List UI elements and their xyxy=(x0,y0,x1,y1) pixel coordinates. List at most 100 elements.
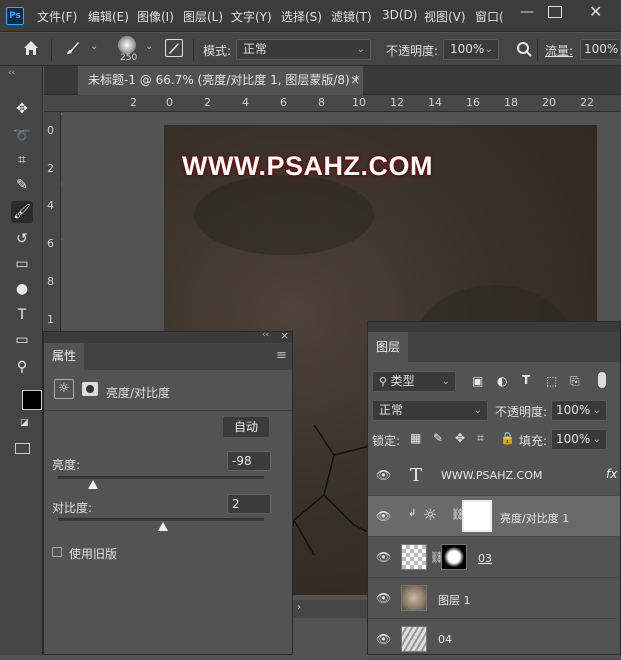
ruler-label: 2 xyxy=(130,96,137,109)
brush-tool-icon[interactable] xyxy=(64,39,82,60)
brush-preview-icon[interactable] xyxy=(118,36,136,54)
layer-thumbnail[interactable] xyxy=(401,544,427,570)
contrast-slider-track[interactable] xyxy=(58,518,264,521)
auto-button[interactable]: 自动 xyxy=(222,416,270,438)
layer-name[interactable]: 图层 1 xyxy=(438,592,471,608)
horizontal-ruler: 2 0 2 4 6 8 10 12 14 16 18 20 22 xyxy=(44,95,621,112)
document-tab[interactable]: 未标题-1 @ 66.7% (亮度/对比度 1, 图层蒙版/8) * × xyxy=(78,66,363,95)
filter-toggle-icon[interactable] xyxy=(598,372,606,388)
minimize-button[interactable]: — xyxy=(520,4,534,20)
mask-icon[interactable] xyxy=(82,382,98,396)
legacy-checkbox[interactable] xyxy=(52,547,62,557)
close-window-button[interactable]: ✕ xyxy=(589,2,602,21)
chevron-down-icon: ⌄ xyxy=(592,405,601,416)
close-tab-icon[interactable]: × xyxy=(350,66,360,95)
chevron-right-icon[interactable]: › xyxy=(297,602,301,613)
filter-shape-icon[interactable]: ⬚ xyxy=(546,374,557,388)
panel-menu-icon[interactable]: ≡ xyxy=(276,348,287,363)
layer-name[interactable]: 04 xyxy=(438,633,452,646)
mode-value: 正常 xyxy=(243,42,268,56)
layer-mask-thumbnail[interactable] xyxy=(462,500,492,532)
crop-tool-icon[interactable]: ⌗ xyxy=(11,149,33,171)
brightness-slider-track[interactable] xyxy=(58,476,264,479)
filter-type-icon[interactable]: T xyxy=(522,373,530,387)
home-icon[interactable] xyxy=(22,39,40,60)
opacity-input[interactable]: 100% ⌄ xyxy=(443,39,499,60)
menu-edit[interactable]: 编辑(E) xyxy=(88,8,129,25)
menu-image[interactable]: 图像(I) xyxy=(137,8,174,25)
fill-label: 填充: xyxy=(519,434,548,448)
default-colors-icon[interactable]: ◪ xyxy=(20,418,29,428)
menu-layer[interactable]: 图层(L) xyxy=(183,8,223,25)
dodge-tool-icon[interactable]: ● xyxy=(11,278,33,300)
layer-opacity-input[interactable]: 100% ⌄ xyxy=(551,400,607,421)
contrast-slider-thumb[interactable] xyxy=(158,522,169,531)
brush-settings-icon[interactable] xyxy=(165,39,183,57)
close-panel-icon[interactable]: × xyxy=(280,329,289,342)
mode-select[interactable]: 正常 ⌄ xyxy=(236,39,371,60)
layer-name[interactable]: WWW.PSAHZ.COM xyxy=(441,469,542,482)
brush-tool-icon[interactable]: 🖌 xyxy=(11,201,33,223)
maximize-button[interactable] xyxy=(548,6,562,18)
visibility-eye-icon[interactable]: 👁 xyxy=(376,509,391,523)
layer-name[interactable]: 03 xyxy=(478,552,492,565)
chevron-down-icon: ⌄ xyxy=(473,405,482,416)
collapse-icon[interactable]: ‹‹ xyxy=(8,68,15,78)
menu-select[interactable]: 选择(S) xyxy=(281,8,322,25)
move-tool-icon[interactable]: ✥ xyxy=(11,98,33,120)
text-layer-icon: T xyxy=(410,465,423,486)
layer-name[interactable]: 亮度/对比度 1 xyxy=(500,510,569,526)
chevron-down-icon[interactable]: ⌄ xyxy=(90,41,98,52)
type-tool-icon[interactable]: T xyxy=(11,304,33,326)
lasso-tool-icon[interactable]: ➰ xyxy=(11,125,33,147)
brightness-input[interactable]: -98 xyxy=(227,451,271,471)
menu-type[interactable]: 文字(Y) xyxy=(231,8,272,25)
layer-thumbnail[interactable] xyxy=(401,585,427,611)
tab-properties[interactable]: 属性 xyxy=(44,343,84,370)
visibility-eye-icon[interactable]: 👁 xyxy=(376,468,391,482)
blend-mode-select[interactable]: 正常 ⌄ xyxy=(372,400,488,421)
eyedropper-tool-icon[interactable]: ✎ xyxy=(11,174,33,196)
history-brush-icon[interactable]: ↺ xyxy=(11,228,33,250)
layer-effects-icon[interactable]: fx xyxy=(606,467,617,481)
menu-window[interactable]: 窗口( xyxy=(475,8,504,25)
rectangle-tool-icon[interactable]: ▭ xyxy=(11,329,33,351)
tab-layers[interactable]: 图层 xyxy=(368,332,408,362)
layer-row-selected[interactable]: 👁 ↲ ☼ ⛓ 亮度/对比度 1 xyxy=(368,496,620,537)
lock-all-icon[interactable]: 🔒 xyxy=(500,431,515,445)
lock-transparency-icon[interactable]: ▦ xyxy=(410,431,421,445)
menu-filter[interactable]: 滤镜(T) xyxy=(331,8,372,25)
menu-view[interactable]: 视图(V) xyxy=(424,8,466,25)
visibility-eye-icon[interactable]: 👁 xyxy=(376,550,391,564)
lock-artboard-icon[interactable]: ⌗ xyxy=(477,431,484,446)
menu-file[interactable]: 文件(F) xyxy=(37,8,77,25)
layer-row[interactable]: 👁 04 xyxy=(368,619,620,660)
lock-pixels-icon[interactable]: ✎ xyxy=(433,431,443,445)
quick-mask-icon[interactable] xyxy=(15,443,30,454)
visibility-eye-icon[interactable]: 👁 xyxy=(376,632,391,646)
pressure-opacity-icon[interactable] xyxy=(515,40,533,61)
gradient-tool-icon[interactable]: ▭ xyxy=(11,253,33,275)
filter-pixel-icon[interactable]: ▣ xyxy=(472,374,483,388)
foreground-color-swatch[interactable] xyxy=(22,390,42,410)
collapse-panel-icon[interactable]: ‹‹ xyxy=(262,330,269,340)
layer-mask-thumbnail[interactable] xyxy=(441,544,467,570)
layer-row[interactable]: 👁 ⛓ 03 xyxy=(368,537,620,578)
layer-row[interactable]: 👁 图层 1 xyxy=(368,578,620,619)
layer-filter-select[interactable]: ⚲ 类型 ⌄ xyxy=(372,371,456,392)
lock-position-icon[interactable]: ✥ xyxy=(455,431,465,445)
visibility-eye-icon[interactable]: 👁 xyxy=(376,591,391,605)
fill-input[interactable]: 100% ⌄ xyxy=(551,429,607,450)
filter-adjustment-icon[interactable]: ◐ xyxy=(497,374,507,388)
flow-input[interactable]: 100% xyxy=(580,39,621,60)
menu-3d[interactable]: 3D(D) xyxy=(382,8,417,22)
brightness-label: 亮度: xyxy=(52,458,81,472)
filter-smart-object-icon[interactable]: ⎘ xyxy=(570,374,580,389)
brightness-slider-thumb[interactable] xyxy=(88,480,99,489)
canvas-scrollbar[interactable]: › xyxy=(293,600,367,618)
layer-thumbnail[interactable] xyxy=(401,626,427,652)
chevron-down-icon[interactable]: ⌄ xyxy=(145,41,153,52)
contrast-input[interactable]: 2 xyxy=(227,494,271,514)
layer-row[interactable]: 👁 T WWW.PSAHZ.COM fx xyxy=(368,455,620,496)
zoom-tool-icon[interactable]: ⚲ xyxy=(11,356,33,378)
